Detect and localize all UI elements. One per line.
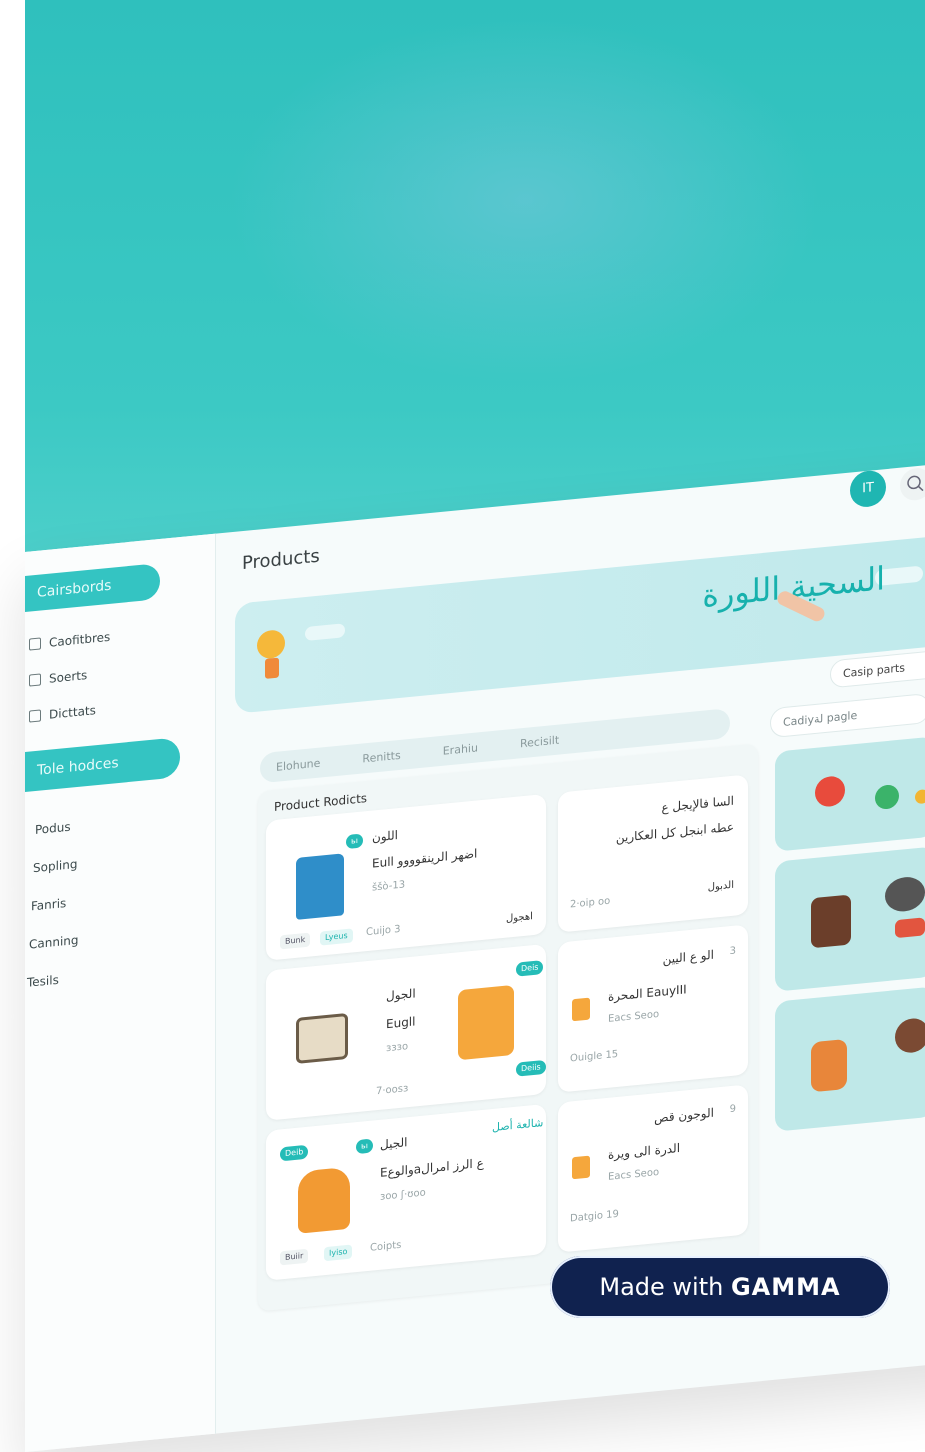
product-chip[interactable]: Lyeus xyxy=(320,928,353,946)
sidebar-top-pill[interactable]: Cairsbords xyxy=(25,563,160,612)
product-subtitle: Eull اضهر الرينقوووو xyxy=(372,846,478,871)
tab-2[interactable]: Renitts xyxy=(362,748,400,765)
sidebar-item-1[interactable]: Caofitbres xyxy=(29,630,110,652)
delivery-figure-image xyxy=(811,1038,847,1093)
detail-title: الوجون قص xyxy=(654,1105,714,1126)
product-subtitle: Eugll xyxy=(386,1014,416,1032)
toy-duck-image xyxy=(915,788,925,805)
suitcase-thumb xyxy=(572,997,590,1022)
detail-tag: الدبول xyxy=(707,879,734,894)
product-meta: ɜɜɜo xyxy=(386,1041,409,1055)
product-badge-secondary: Deiis xyxy=(516,1059,546,1077)
doc-icon xyxy=(29,709,41,723)
product-code: 7·oosɜ xyxy=(376,1083,409,1098)
sidebar-item-3[interactable]: Dicttats xyxy=(29,703,96,723)
gamma-brand: GAMMA xyxy=(730,1273,841,1301)
sidebar-link-2[interactable]: Sopling xyxy=(33,857,77,875)
page-title: Products xyxy=(242,545,320,575)
detail-meta: Eacs Seoo xyxy=(608,1166,660,1183)
cloud-icon xyxy=(305,623,345,642)
product-badge: Deib xyxy=(280,1144,309,1162)
shirt-image xyxy=(296,853,344,920)
dropdown-value: Casip parts xyxy=(843,661,905,681)
detail-code: Ouigle 15 xyxy=(570,1048,619,1065)
sidebar-item-label: Soerts xyxy=(49,668,88,686)
detail-subtitle: الدرة الى ويرة xyxy=(608,1140,681,1162)
suitcase-image xyxy=(458,984,514,1061)
product-code: Cuijo 3 xyxy=(366,923,401,939)
product-name: الجول xyxy=(386,986,416,1004)
product-chip[interactable]: Bunk xyxy=(280,932,311,950)
gamma-prefix: Made with xyxy=(599,1273,724,1301)
detail-meta: 2·oip oo xyxy=(570,895,611,911)
product-chip[interactable]: Buiir xyxy=(280,1248,309,1266)
sidebar-link-3[interactable]: Fanris xyxy=(31,896,66,913)
toy-card-2[interactable] xyxy=(775,846,925,992)
side-search-input[interactable]: Cadiyلة pagle xyxy=(770,692,925,739)
product-name: الجيل xyxy=(380,1135,408,1152)
product-badge-secondary: ьı xyxy=(356,1138,373,1155)
product-card-1[interactable]: ьı اللون Eull اضهر الرينقوووو ššò-13 Bun… xyxy=(266,793,546,961)
product-badge: Deis xyxy=(516,960,544,977)
toy-car-image xyxy=(815,775,845,808)
detail-number: 3 xyxy=(729,945,736,958)
hero-banner: السحية اللورة xyxy=(235,530,925,714)
product-name: اللون xyxy=(372,828,398,845)
suitcase-thumb xyxy=(572,1155,590,1180)
toy-card-1[interactable] xyxy=(775,736,925,852)
product-subtitle: Eوالوعaع الرز امرال xyxy=(380,1155,484,1180)
product-badge: ьı xyxy=(346,833,363,850)
product-card-2-detail[interactable]: الو ع اليين 3 المحرة EauyIII Eacs Seoo O… xyxy=(558,924,748,1093)
product-link[interactable]: شالعة أصل xyxy=(492,1116,543,1134)
sidebar-link-1[interactable]: Podus xyxy=(35,820,71,837)
detail-title: الو ع اليين xyxy=(662,947,714,967)
product-card-1-detail[interactable]: السا فالإيجل ع عطه ابنجل كل العكارين 2·o… xyxy=(558,774,748,933)
tab-3[interactable]: Erahiu xyxy=(443,741,478,757)
detail-code: Datgio 19 xyxy=(570,1208,619,1225)
list-icon xyxy=(29,673,41,687)
tab-1[interactable]: Elohune xyxy=(276,756,320,773)
product-card-3-detail[interactable]: الوجون قص 9 الدرة الى ويرة Eacs Seoo Dat… xyxy=(558,1084,748,1253)
product-code: Coipts xyxy=(370,1239,402,1254)
sidebar-item-label: Caofitbres xyxy=(49,629,111,650)
made-with-gamma-badge[interactable]: Made with GAMMA xyxy=(550,1256,890,1318)
speaker-image xyxy=(885,875,925,914)
lamp-image xyxy=(811,894,851,949)
kid-body-illustration xyxy=(265,657,279,679)
kid-illustration xyxy=(257,628,285,660)
doll-image xyxy=(895,1016,925,1055)
product-meta: ššò-13 xyxy=(372,879,406,894)
search-button[interactable] xyxy=(900,466,925,502)
product-tag: اهجول xyxy=(506,911,533,925)
product-card-2[interactable]: الجول Eugll ɜɜɜo 7·oosɜ Deis Deiis xyxy=(266,943,546,1121)
detail-number: 9 xyxy=(729,1103,736,1116)
product-meta: ɜoo ʃ·ʊoo xyxy=(380,1187,426,1203)
tab-4[interactable]: Recisilt xyxy=(520,733,559,750)
sidebar-item-label: Dicttats xyxy=(49,703,96,722)
product-panel-title: Product Rodicts xyxy=(274,791,368,815)
toy-plant-image xyxy=(875,783,899,811)
table-icon xyxy=(29,637,41,651)
search-icon xyxy=(907,475,924,492)
product-panel: Product Rodicts ьı اللون Eull اضهر الرين… xyxy=(258,743,758,1312)
sidebar-second-pill[interactable]: Tole hodces xyxy=(25,737,180,792)
detail-subtitle: عطه ابنجل كل العكارين xyxy=(615,819,734,846)
sidebar-link-4[interactable]: Canning xyxy=(29,933,79,952)
detail-subtitle: المحرة EauyIII xyxy=(608,982,687,1004)
detail-title: السا فالإيجل ع xyxy=(661,793,734,815)
shoe-image xyxy=(895,917,925,939)
basket-image xyxy=(296,1012,348,1064)
sidebar-item-2[interactable]: Soerts xyxy=(29,668,87,688)
product-chip[interactable]: Iyiso xyxy=(324,1244,353,1262)
product-card-3[interactable]: Deib ьı الجيل شالعة أصل Eوالوعaع الرز ام… xyxy=(266,1103,546,1281)
backpack-image xyxy=(298,1166,350,1234)
sidebar-link-5[interactable]: Tesils xyxy=(27,973,59,990)
avatar[interactable]: IT xyxy=(850,469,886,509)
toy-card-3[interactable] xyxy=(775,986,925,1132)
detail-meta: Eacs Seoo xyxy=(608,1008,660,1025)
sidebar: Cairsbords Caofitbres Soerts Dicttats To… xyxy=(25,533,216,1452)
